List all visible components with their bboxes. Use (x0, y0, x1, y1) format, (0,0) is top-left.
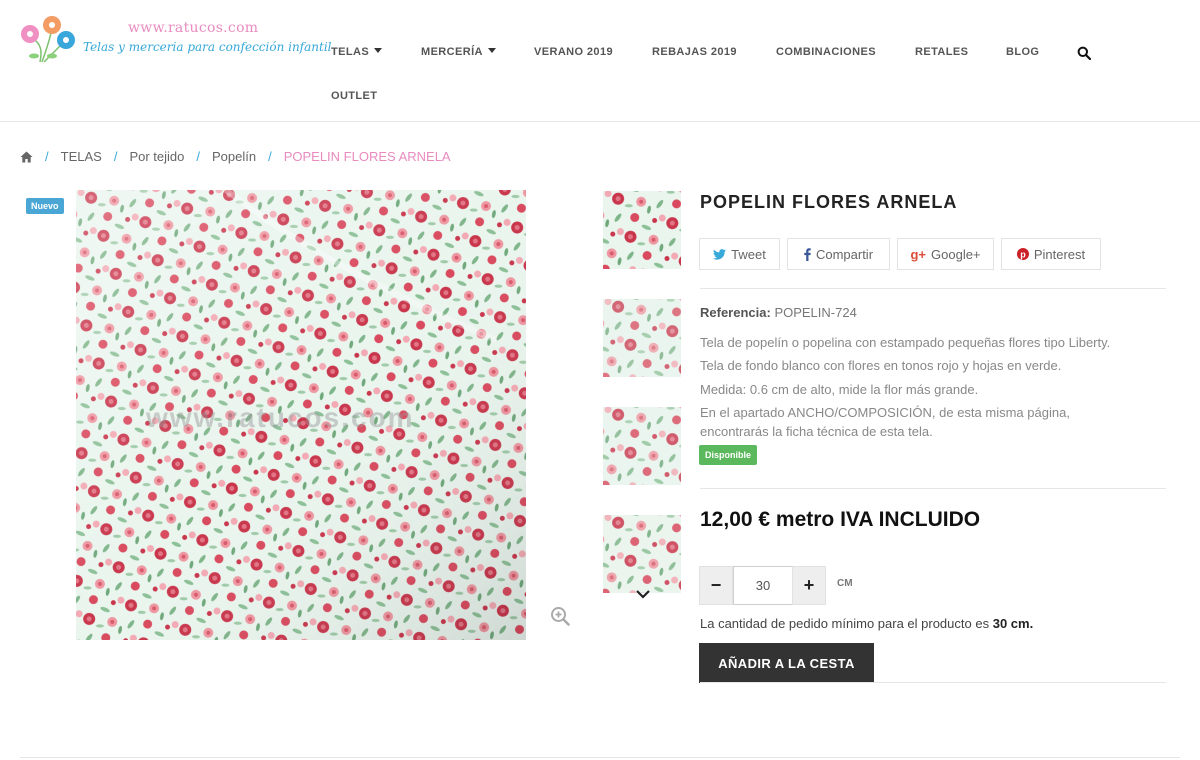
product-thumbnail[interactable] (603, 299, 681, 377)
thumbnail-image (603, 299, 681, 377)
site-header: www.ratucos.com Telas y merceria para co… (0, 0, 1200, 122)
divider (700, 682, 1166, 683)
chevron-down-icon[interactable] (635, 588, 651, 600)
nav-label: COMBINACIONES (776, 46, 876, 58)
nav-item-combinaciones[interactable]: COMBINACIONES (776, 46, 876, 58)
product-thumbnail[interactable] (603, 515, 681, 593)
zoom-in-icon[interactable] (550, 606, 570, 626)
description-line: Tela de fondo blanco con flores en tonos… (700, 358, 1062, 373)
logo-url-text: www.ratucos.com (128, 20, 259, 36)
flower-logo-icon (21, 16, 75, 63)
google-plus-button[interactable]: g+ Google+ (897, 238, 994, 270)
quantity-input[interactable] (733, 566, 793, 605)
caret-down-icon (374, 48, 383, 53)
facebook-share-label: Compartir (815, 246, 874, 262)
breadcrumb-popelin[interactable]: Popelín (212, 149, 256, 164)
breadcrumb-separator: / (196, 149, 200, 164)
thumbnail-image (603, 515, 681, 593)
nav-label: TELAS (331, 46, 370, 58)
pinterest-icon: p (1016, 248, 1029, 260)
nav-item-verano-2019[interactable]: VERANO 2019 (534, 46, 613, 58)
product-main-image[interactable]: www.ratucos.com (76, 190, 526, 640)
description-line: Tela de popelín o popelina con estampado… (700, 335, 1111, 350)
minimum-order-text: La cantidad de pedido mínimo para el pro… (700, 616, 990, 631)
breadcrumb-separator: / (45, 149, 49, 164)
add-to-cart-button[interactable]: AÑADIR A LA CESTA (699, 643, 874, 683)
product-thumbnail[interactable] (603, 191, 681, 269)
facebook-share-button[interactable]: Compartir (787, 238, 890, 270)
thumbnail-image (603, 407, 681, 485)
nav-item-rebajas-2019[interactable]: REBAJAS 2019 (652, 46, 737, 58)
breadcrumb-telas[interactable]: TELAS (61, 149, 102, 164)
nav-item-blog[interactable]: BLOG (1006, 46, 1039, 58)
facebook-icon (804, 247, 811, 261)
product-title: POPELIN FLORES ARNELA (700, 192, 958, 212)
footer-divider (20, 757, 1180, 758)
nav-label: VERANO 2019 (534, 46, 613, 58)
image-watermark: www.ratucos.com (146, 402, 415, 433)
google-plus-icon: g+ (910, 246, 927, 262)
nav-label: REBAJAS 2019 (652, 46, 737, 58)
divider (700, 488, 1166, 489)
description-line: Medida: 0.6 cm de alto, mide la flor más… (700, 382, 979, 397)
minimum-order-note: La cantidad de pedido mínimo para el pro… (700, 616, 1033, 631)
tweet-label: Tweet (731, 246, 766, 262)
minimum-order-value: 30 cm. (992, 616, 1034, 631)
breadcrumb-current: POPELIN FLORES ARNELA (283, 149, 451, 164)
product-thumbnail[interactable] (603, 407, 681, 485)
nav-label: RETALES (915, 46, 969, 58)
home-icon[interactable] (20, 151, 33, 163)
description-line: encontrarás la ficha técnica de esta tel… (700, 424, 933, 439)
pinterest-label: Pinterest (1033, 246, 1086, 262)
logo-tagline: Telas y merceria para confección infanti… (83, 40, 332, 54)
divider (700, 288, 1166, 289)
search-icon[interactable] (1077, 46, 1091, 60)
product-price: 12,00 € metro IVA INCLUIDO (700, 508, 981, 531)
product-reference: Referencia: POPELIN-724 (700, 305, 857, 320)
quantity-decrease-button[interactable]: − (699, 566, 733, 605)
breadcrumb-separator: / (113, 149, 118, 164)
pinterest-button[interactable]: p Pinterest (1001, 238, 1101, 270)
nav-item-outlet[interactable]: OUTLET (331, 90, 377, 102)
breadcrumb: / TELAS / Por tejido / Popelín / POPELIN… (20, 149, 451, 164)
nav-item-telas[interactable]: TELAS (331, 46, 383, 58)
nav-label: MERCERÍA (421, 46, 483, 58)
description-line: En el apartado ANCHO/COMPOSICIÓN, de est… (700, 405, 1070, 420)
twitter-icon (713, 248, 727, 260)
reference-value: POPELIN-724 (774, 305, 857, 320)
tweet-button[interactable]: Tweet (699, 238, 780, 270)
new-badge: Nuevo (26, 198, 64, 214)
nav-label: BLOG (1006, 46, 1040, 58)
quantity-increase-button[interactable]: + (792, 566, 826, 605)
reference-label: Referencia: (700, 305, 771, 320)
thumbnail-image (603, 191, 681, 269)
nav-item-retales[interactable]: RETALES (915, 46, 968, 58)
availability-badge: Disponible (699, 445, 758, 465)
breadcrumb-por-tejido[interactable]: Por tejido (129, 149, 184, 164)
google-plus-label: Google+ (931, 246, 981, 262)
quantity-unit: CM (837, 578, 853, 589)
svg-text:p: p (1020, 249, 1026, 259)
nav-label: OUTLET (331, 90, 378, 102)
site-logo[interactable]: www.ratucos.com Telas y merceria para co… (18, 14, 332, 66)
breadcrumb-separator: / (268, 149, 272, 164)
nav-item-merceria[interactable]: MERCERÍA (421, 46, 496, 58)
caret-down-icon (487, 48, 496, 53)
